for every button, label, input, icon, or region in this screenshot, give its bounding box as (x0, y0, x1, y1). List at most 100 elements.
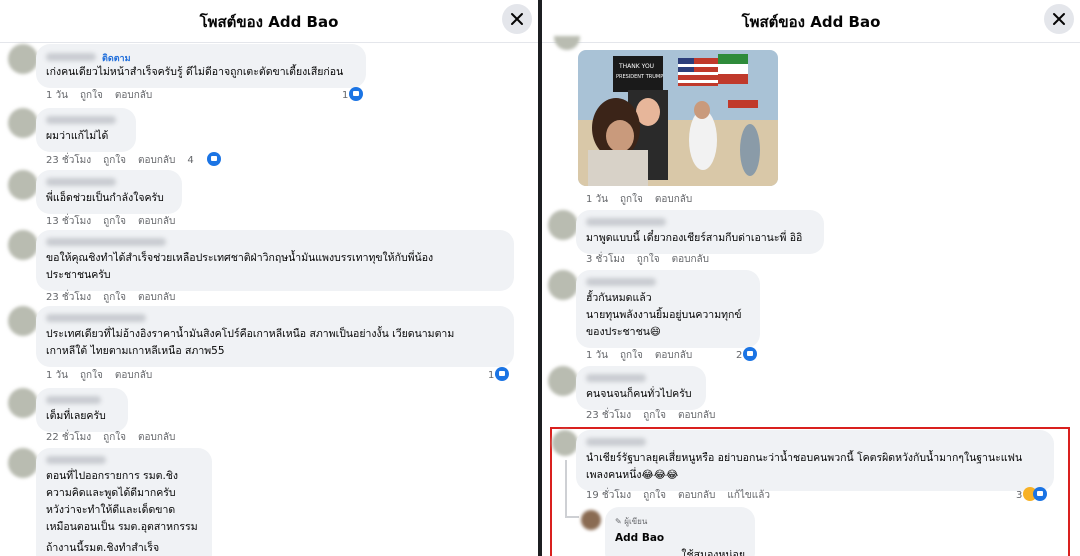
comment-text: คนจนจนก็คนทั่วไปครับ (586, 388, 692, 400)
author-name[interactable]: Add Bao (615, 530, 745, 547)
reaction-number: 1 (488, 370, 495, 381)
protest-photo-image: THANK YOU PRESIDENT TRUMP (578, 50, 778, 186)
avatar[interactable] (548, 366, 578, 396)
reaction-count[interactable]: 4 (187, 152, 232, 166)
comment-text: เต็มที่เลยครับ (46, 410, 106, 422)
comment-bubble: นำเชียร์รัฐบาลยุคเสี่ยหนูหรือ อย่าบอกนะว… (576, 430, 1054, 491)
comment-meta: 23 ชั่วโมง ถูกใจ ตอบกลับ (46, 290, 187, 305)
reaction-count[interactable]: 1 (342, 87, 364, 101)
reply-button[interactable]: ตอบกลับ (138, 155, 175, 166)
like-reaction-icon (349, 87, 364, 101)
avatar[interactable] (8, 44, 38, 74)
comment-time[interactable]: 13 ชั่วโมง (46, 216, 91, 227)
like-button[interactable]: ถูกใจ (80, 370, 103, 381)
comment-time[interactable]: 19 ชั่วโมง (586, 490, 631, 501)
like-button[interactable]: ถูกใจ (620, 194, 643, 205)
avatar[interactable] (554, 36, 580, 50)
reply-button[interactable]: ตอบกลับ (138, 216, 175, 227)
right-header-title: โพสต์ของ Add Bao (741, 13, 881, 31)
like-button[interactable]: ถูกใจ (637, 254, 660, 265)
comment-time[interactable]: 1 วัน (586, 350, 608, 361)
sign-text: THANK YOU (618, 63, 654, 70)
comment-time[interactable]: 1 วัน (586, 194, 608, 205)
comment-text: ฮั้วกันหมดแล้ว (586, 292, 652, 304)
like-button[interactable]: ถูกใจ (620, 350, 643, 361)
comment-bubble: ติดตาม เก่งคนเดียวไม่หน้าสำเร็จครับรู้ ด… (36, 44, 366, 88)
author-avatar[interactable] (581, 510, 601, 530)
comment-meta: 1 วัน ถูกใจ ตอบกลับ (46, 88, 164, 103)
comment-time[interactable]: 23 ชั่วโมง (586, 410, 631, 421)
like-button[interactable]: ถูกใจ (643, 490, 666, 501)
like-reaction-icon (495, 367, 510, 381)
comment-bubble: ขอให้คุณชิงทำได้สำเร็จช่วยเหลือประเทศชาต… (36, 230, 514, 291)
comment-text: ถ้างานนี้รมต.ชิงทำสำเร็จ (46, 542, 160, 554)
reply-button[interactable]: ตอบกลับ (672, 254, 709, 265)
reply-button[interactable]: ตอบกลับ (138, 432, 175, 443)
comment-meta: 23 ชั่วโมง ถูกใจ ตอบกลับ 4 (46, 152, 245, 168)
right-header: โพสต์ของ Add Bao (542, 0, 1080, 43)
thread-line (565, 516, 579, 518)
avatar[interactable] (8, 306, 38, 336)
reply-button[interactable]: ตอบกลับ (678, 410, 715, 421)
comment-text: ประชาชนครับ (46, 269, 111, 281)
comment-text: พี่แอ็ดช่วยเป็นกำลังใจครับ (46, 192, 164, 204)
comment-bubble: พี่แอ็ดช่วยเป็นกำลังใจครับ (36, 170, 182, 214)
comment-time[interactable]: 1 วัน (46, 90, 68, 101)
comment-bubble: คนจนจนก็คนทั่วไปครับ (576, 366, 706, 410)
reaction-count[interactable]: 2 (736, 347, 758, 361)
left-header-title: โพสต์ของ Add Bao (199, 13, 339, 31)
reaction-number: 4 (187, 155, 194, 166)
comment-time[interactable]: 23 ชั่วโมง (46, 155, 91, 166)
reply-button[interactable]: ตอบกลับ (115, 370, 152, 381)
right-close-button[interactable] (1044, 4, 1074, 34)
avatar[interactable] (548, 210, 578, 240)
like-button[interactable]: ถูกใจ (103, 432, 126, 443)
like-button[interactable]: ถูกใจ (103, 216, 126, 227)
comment-text: นายทุนพลังงานยิ้มอยู่บนความทุกข์ (586, 309, 742, 321)
close-icon (1053, 13, 1065, 25)
comment-bubble: ตอนที่ไปออกรายการ รมต.ชิง ความคิดและพูดไ… (36, 448, 212, 556)
follow-link[interactable]: ติดตาม (102, 54, 131, 64)
comment-text: เกาหลีใต้ ไทยตามเกาหลีเหนือ สภาพ55 (46, 345, 225, 357)
comment-time[interactable]: 22 ชั่วโมง (46, 432, 91, 443)
avatar[interactable] (8, 388, 38, 418)
left-close-button[interactable] (502, 4, 532, 34)
avatar[interactable] (8, 108, 38, 138)
pencil-icon: ✎ (615, 517, 625, 526)
author-badge-label: ผู้เขียน (624, 517, 648, 526)
reply-button[interactable]: ตอบกลับ (115, 90, 152, 101)
avatar[interactable] (8, 230, 38, 260)
like-button[interactable]: ถูกใจ (103, 292, 126, 303)
comment-time[interactable]: 23 ชั่วโมง (46, 292, 91, 303)
reaction-count[interactable]: 3 (1016, 487, 1048, 501)
avatar[interactable] (8, 448, 38, 478)
photo-comment-meta: 1 วัน ถูกใจ ตอบกลับ (586, 192, 704, 207)
comment-photo[interactable]: THANK YOU PRESIDENT TRUMP (578, 50, 778, 186)
comment-meta: 1 วัน ถูกใจ ตอบกลับ (586, 348, 704, 363)
reply-button[interactable]: ตอบกลับ (655, 194, 692, 205)
avatar[interactable] (548, 270, 578, 300)
comment-time[interactable]: 1 วัน (46, 370, 68, 381)
comment-text: หวังว่าจะทำให้ดีและเด็ดขาด (46, 504, 176, 516)
reply-button[interactable]: ตอบกลับ (138, 292, 175, 303)
comment-meta: 3 ชั่วโมง ถูกใจ ตอบกลับ (586, 252, 721, 267)
comment-meta: 23 ชั่วโมง ถูกใจ ตอบกลับ (586, 408, 727, 423)
avatar[interactable] (8, 170, 38, 200)
reaction-count[interactable]: 1 (488, 367, 510, 381)
comment-text: ขอให้คุณชิงทำได้สำเร็จช่วยเหลือประเทศชาต… (46, 252, 434, 264)
like-button[interactable]: ถูกใจ (103, 155, 126, 166)
comment-bubble: ฮั้วกันหมดแล้ว นายทุนพลังงานยิ้มอยู่บนคว… (576, 270, 760, 348)
avatar[interactable] (552, 430, 578, 456)
reply-button[interactable]: ตอบกลับ (678, 490, 715, 501)
like-reaction-icon (743, 347, 758, 361)
left-post-panel: โพสต์ของ Add Bao ติดตาม เก่งคนเดียวไม่หน… (0, 0, 538, 556)
comment-bubble: มาพูดแบบนี้ เดี๋ยวกองเชียร์สามกีบด่าเอาน… (576, 210, 824, 254)
author-reply-bubble: ✎ ผู้เขียน Add Bao ใช้สมองหน่อย (605, 507, 755, 556)
left-header: โพสต์ของ Add Bao (0, 0, 538, 43)
comment-text: มาพูดแบบนี้ เดี๋ยวกองเชียร์สามกีบด่าเอาน… (586, 232, 803, 244)
author-badge: ✎ ผู้เขียน (615, 513, 745, 530)
like-button[interactable]: ถูกใจ (643, 410, 666, 421)
like-button[interactable]: ถูกใจ (80, 90, 103, 101)
reply-button[interactable]: ตอบกลับ (655, 350, 692, 361)
comment-time[interactable]: 3 ชั่วโมง (586, 254, 625, 265)
